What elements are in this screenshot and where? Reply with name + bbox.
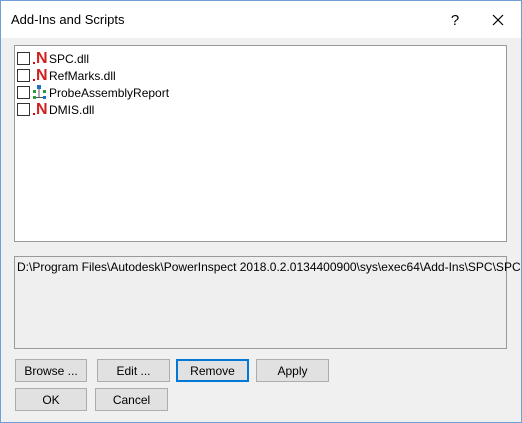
script-icon	[32, 84, 48, 101]
add-ins-dialog: Add-Ins and Scripts ? N SPC.dll N RefMar…	[0, 0, 522, 423]
checkbox[interactable]	[17, 86, 30, 99]
n-addin-icon: N	[32, 101, 48, 118]
path-text: D:\Program Files\Autodesk\PowerInspect 2…	[17, 260, 522, 274]
list-item-label: SPC.dll	[49, 51, 90, 66]
checkbox[interactable]	[17, 69, 30, 82]
ok-button[interactable]: OK	[15, 388, 87, 411]
n-addin-icon: N	[32, 67, 48, 84]
list-item-label: DMIS.dll	[49, 102, 95, 117]
close-icon	[492, 14, 504, 26]
cancel-button[interactable]: Cancel	[95, 388, 168, 411]
list-item-dmis[interactable]: N DMIS.dll	[17, 101, 94, 118]
list-item-probeassemblyreport[interactable]: ProbeAssemblyReport	[17, 84, 169, 101]
remove-button[interactable]: Remove	[176, 359, 249, 382]
help-button[interactable]: ?	[439, 6, 471, 34]
list-item-label: RefMarks.dll	[49, 68, 116, 83]
title-bar[interactable]: Add-Ins and Scripts ?	[1, 1, 521, 38]
question-mark-icon: ?	[450, 11, 460, 29]
edit-button[interactable]: Edit ...	[97, 359, 170, 382]
n-addin-icon: N	[32, 50, 48, 67]
checkbox[interactable]	[17, 52, 30, 65]
add-ins-list[interactable]: N SPC.dll N RefMarks.dll ProbeAssemblyRe…	[14, 45, 507, 242]
checkbox[interactable]	[17, 103, 30, 116]
list-item-label: ProbeAssemblyReport	[49, 85, 170, 100]
close-button[interactable]	[481, 6, 515, 34]
dialog-title: Add-Ins and Scripts	[11, 12, 125, 27]
list-item-refmarks[interactable]: N RefMarks.dll	[17, 67, 116, 84]
list-item-spc[interactable]: N SPC.dll	[17, 50, 89, 67]
path-display: D:\Program Files\Autodesk\PowerInspect 2…	[14, 256, 521, 349]
browse-button[interactable]: Browse ...	[15, 359, 87, 382]
apply-button[interactable]: Apply	[256, 359, 329, 382]
